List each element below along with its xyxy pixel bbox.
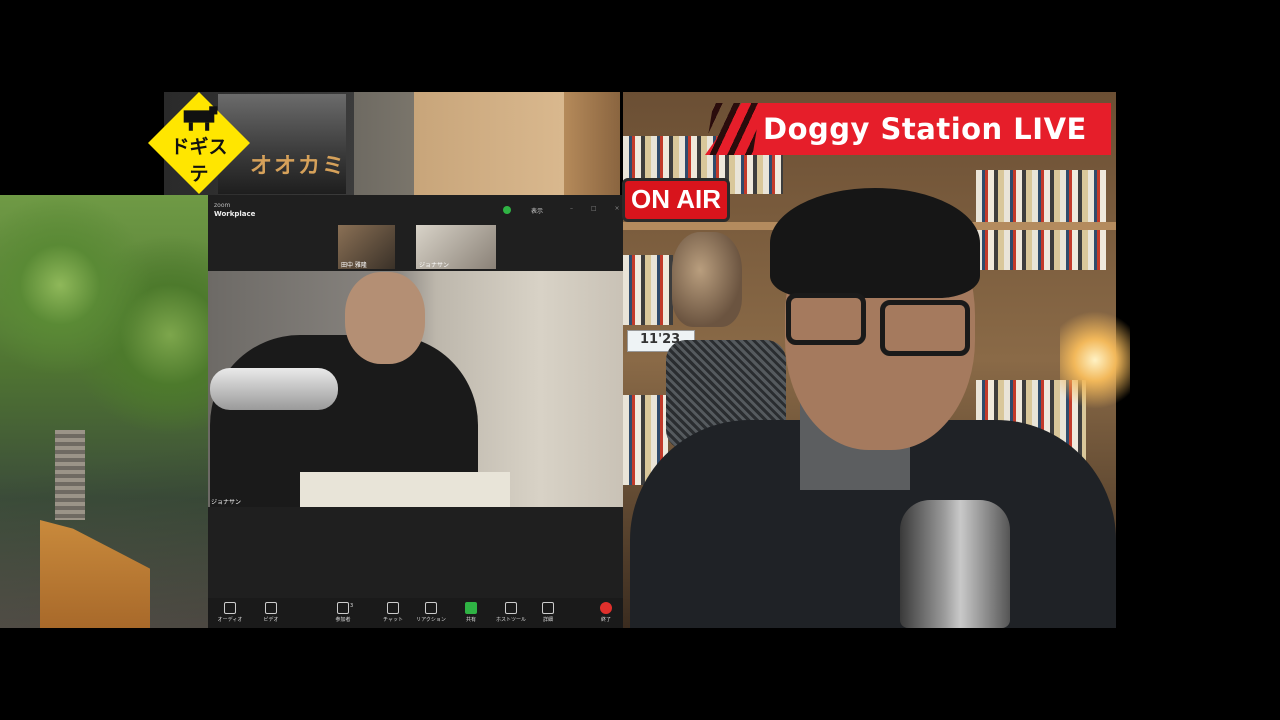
- more-icon: [542, 602, 554, 614]
- on-air-text: ON AIR: [630, 184, 722, 214]
- participants-button[interactable]: 参加者: [323, 602, 363, 623]
- reaction-button[interactable]: リアクション: [411, 602, 451, 623]
- microphone-icon: [224, 602, 236, 614]
- window-controls-icon[interactable]: – □ ×: [570, 205, 628, 212]
- view-button[interactable]: 表示: [531, 206, 543, 215]
- participants-icon: [337, 602, 349, 614]
- banner-title: Doggy Station LIVE: [763, 112, 1087, 146]
- background-book-title: オオカミ: [250, 154, 347, 179]
- share-icon: [465, 602, 477, 614]
- end-icon: [600, 602, 612, 614]
- wolf-plush-toy: [672, 232, 742, 327]
- logo-text: ドギステ: [170, 136, 228, 185]
- reaction-icon: [425, 602, 437, 614]
- video-button[interactable]: ビデオ: [251, 602, 291, 623]
- host-hair: [770, 188, 980, 298]
- glasses-right-lens: [880, 300, 970, 356]
- host-tools-button[interactable]: ホストツール: [491, 602, 531, 623]
- zoom-meeting-title: Workplace: [214, 210, 256, 218]
- audio-button[interactable]: オーディオ: [210, 602, 250, 623]
- lamp-glow: [1060, 300, 1130, 420]
- host-tools-shield-icon: [505, 602, 517, 614]
- bookshelf-row-left: [623, 255, 673, 325]
- end-button[interactable]: 終了: [586, 602, 626, 623]
- desk-lamp: [210, 368, 338, 410]
- chat-button[interactable]: チャット: [373, 602, 413, 623]
- glasses-left-lens: [786, 293, 866, 345]
- participant-name-1: 田中 雅隆: [341, 262, 367, 269]
- microphone: [900, 500, 1010, 628]
- stone-stairs: [55, 430, 85, 520]
- bookshelf-row-right: [976, 170, 1106, 270]
- active-speaker-name: ジョナサン: [211, 499, 242, 506]
- zoom-app-name: zoom: [214, 202, 231, 209]
- open-book: [300, 472, 510, 507]
- encryption-shield-icon[interactable]: [503, 206, 511, 214]
- participant-name-2: ジョナサン: [419, 262, 450, 269]
- chat-icon: [387, 602, 399, 614]
- participant-count: 3: [350, 603, 354, 609]
- speaker-head: [345, 272, 425, 364]
- more-button[interactable]: 詳細: [528, 602, 568, 623]
- share-button[interactable]: 共有: [451, 602, 491, 623]
- video-icon: [265, 602, 277, 614]
